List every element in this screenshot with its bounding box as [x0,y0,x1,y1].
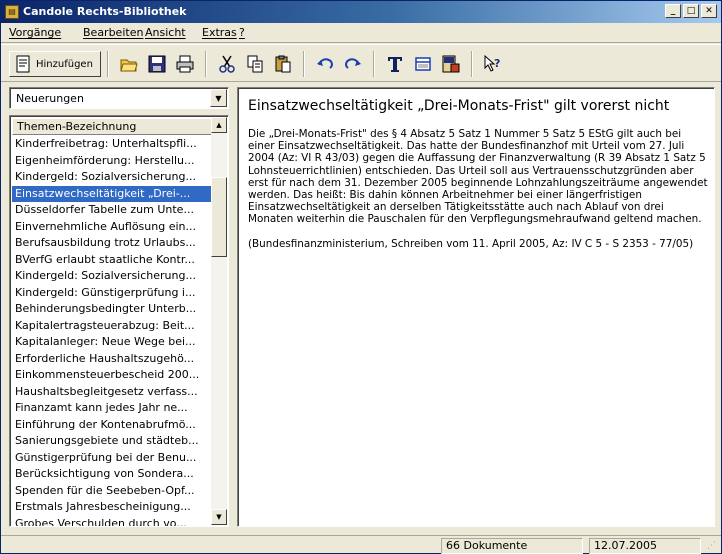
add-button[interactable]: Hinzufügen [9,51,101,77]
topic-list-item[interactable]: Erforderliche Haushaltszugehö... [12,351,212,368]
paste-icon [275,55,291,73]
filter-dropdown[interactable]: Neuerungen ▼ [9,87,229,109]
menu-ansicht[interactable]: Ansicht [145,26,186,39]
add-button-label: Hinzufügen [36,58,93,70]
svg-text:?: ? [494,57,500,70]
document-title: Einsatzwechseltätigkeit „Drei-Monats-Fri… [248,98,670,114]
window-title: Candole Rechts-Bibliothek [23,5,187,18]
minimize-button[interactable]: _ [665,4,681,18]
resize-grip-icon[interactable]: ⋰ [707,541,719,553]
add-icon [16,55,30,73]
list-scrollbar[interactable]: ▲ ▼ [211,117,227,525]
document-paragraph: Die „Drei-Monats-Frist" des § 4 Absatz 5… [248,128,708,226]
toolbar-separator [303,51,305,77]
layout-icon [415,57,431,71]
app-book-icon: ▤ [5,5,19,19]
topic-list-item[interactable]: Spenden für die Seebeben-Opf... [12,483,212,500]
toolbar-separator [373,51,375,77]
topic-list-item[interactable]: Einvernehmliche Auflösung ein... [12,219,212,236]
document-count: 66 Dokumente [441,538,583,554]
maximize-button[interactable]: □ [683,4,699,18]
cut-button[interactable] [213,51,241,77]
topic-list-item[interactable]: Einführung der Kontenabrufmö... [12,417,212,434]
copy-button[interactable] [241,51,269,77]
menu-help[interactable]: ? [239,26,245,39]
topic-list-item[interactable]: Behinderungsbedingter Unterb... [12,301,212,318]
topic-list-item[interactable]: Kindergeld: Günstigerprüfung i... [12,285,212,302]
save-button[interactable] [143,51,171,77]
cut-icon [219,55,235,73]
copy-icon [247,55,263,73]
title-bar[interactable]: ▤ Candole Rechts-Bibliothek _ □ ✕ [1,1,721,23]
help-pointer-icon: ? [484,55,500,72]
topic-list-item[interactable]: Grobes Verschulden durch vo... [12,516,212,527]
scroll-up-icon[interactable]: ▲ [211,117,227,133]
topic-list-item[interactable]: BVerfG erlaubt staatliche Kontr... [12,252,212,269]
undo-icon [317,58,333,69]
document-source: (Bundesfinanzministerium, Schreiben vom … [248,237,694,250]
topic-list-item[interactable]: Einkommensteuerbescheid 200... [12,367,212,384]
topic-list-item[interactable]: Kindergeld: Sozialversicherung... [12,268,212,285]
toolbar-separator [471,51,473,77]
topic-list-item[interactable]: Kapitalanleger: Neue Wege bei... [12,334,212,351]
font-icon [388,57,402,72]
properties-icon [442,55,460,73]
topic-list-item[interactable]: Einsatzwechseltätigkeit „Drei-... [12,185,212,202]
document-view[interactable]: Einsatzwechseltätigkeit „Drei-Monats-Fri… [237,87,715,527]
topic-list-items: Kinderfreibetrag: Unterhaltspfli... Eigen… [12,136,212,527]
toolbar-separator [205,51,207,77]
topic-list-item[interactable]: Kapitalertragsteuerabzug: Beit... [12,318,212,335]
status-date: 12.07.2005 [589,538,701,554]
topic-list-item[interactable]: Eigenheimförderung: Herstellu... [12,153,212,170]
properties-button[interactable] [437,51,465,77]
topic-list-item[interactable]: Kindergeld: Sozialversicherung... [12,169,212,186]
layout-button[interactable] [409,51,437,77]
redo-button[interactable] [339,51,367,77]
undo-button[interactable] [311,51,339,77]
topic-list-item[interactable]: Berufsausbildung trotz Urlaubs... [12,235,212,252]
print-button[interactable] [171,51,199,77]
redo-icon [345,58,361,69]
topic-list-item[interactable]: Sanierungsgebiete und städteb... [12,433,212,450]
scroll-thumb[interactable] [211,177,227,257]
app-window: ▤ Candole Rechts-Bibliothek _ □ ✕ Vorgän… [0,0,722,554]
menu-bar: Vorgänge Bearbeiten Ansicht Extras ? [1,23,721,43]
topic-list-item[interactable]: Finanzamt kann jedes Jahr ne... [12,400,212,417]
print-icon [176,55,194,73]
dropdown-arrow-icon[interactable]: ▼ [210,89,227,107]
save-icon [148,55,166,73]
topic-list-item[interactable]: Düsseldorfer Tabelle zum Unte... [12,202,212,219]
context-help-button[interactable]: ? [479,51,507,77]
font-button[interactable] [381,51,409,77]
document-body: Die „Drei-Monats-Frist" des § 4 Absatz 5… [248,128,710,262]
paste-button[interactable] [269,51,297,77]
menu-vorgaenge[interactable]: Vorgänge [9,26,61,39]
column-header-topic[interactable]: Themen-Bezeichnung [12,118,212,135]
topic-panel: Neuerungen ▼ Themen-Bezeichnung Kinderfr… [9,87,229,527]
topic-list-item[interactable]: Haushaltsbegleitgesetz verfass... [12,384,212,401]
status-bar: 66 Dokumente 12.07.2005 ⋰ [1,535,721,554]
toolbar-separator [107,51,109,77]
topic-list-item[interactable]: Kinderfreibetrag: Unterhaltspfli... [12,136,212,153]
topic-list-item[interactable]: Erstmals Jahresbescheinigung... [12,499,212,516]
menu-extras[interactable]: Extras [202,26,237,39]
topic-list[interactable]: Themen-Bezeichnung Kinderfreibetrag: Unt… [9,115,229,527]
scroll-down-icon[interactable]: ▼ [211,509,227,525]
filter-value: Neuerungen [16,92,84,105]
open-folder-icon [120,59,138,72]
close-button[interactable]: ✕ [701,4,717,18]
menu-bearbeiten[interactable]: Bearbeiten [83,26,143,39]
open-button[interactable] [115,51,143,77]
topic-list-item[interactable]: Günstigerprüfung bei der Benu... [12,450,212,467]
toolbar: Hinzufügen ? [1,44,721,82]
topic-list-item[interactable]: Berücksichtigung von Sondera... [12,466,212,483]
